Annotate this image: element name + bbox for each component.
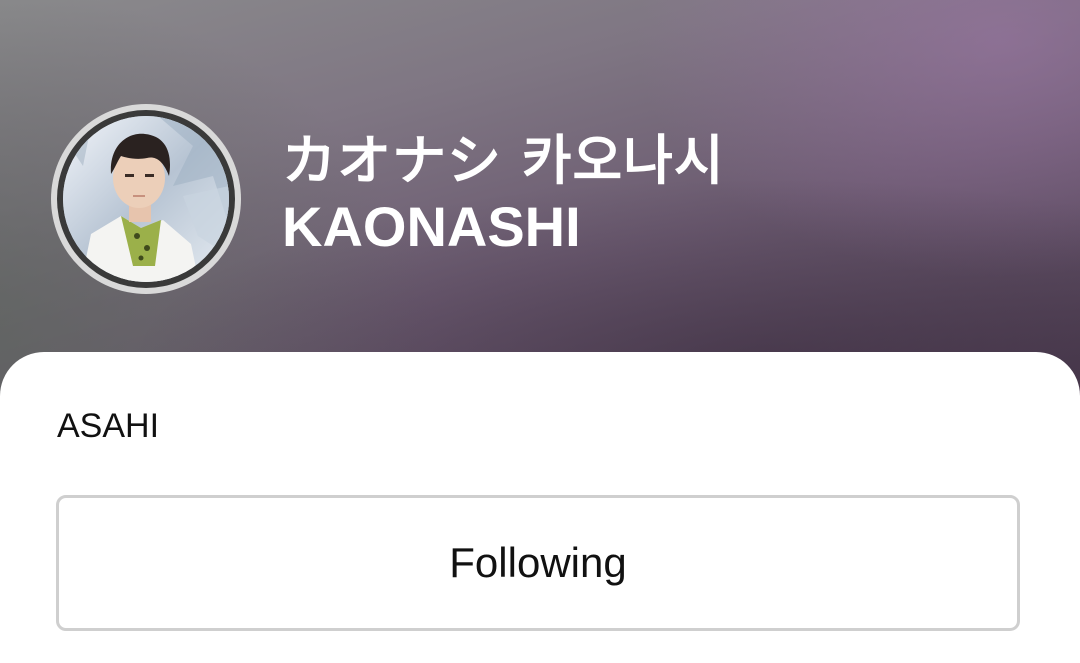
profile-details-sheet: ASAHI Following — [0, 352, 1080, 663]
profile-screen: カオナシ 카오나시 KAONASHI ASAHI Following — [0, 0, 1080, 663]
following-button[interactable]: Following — [56, 495, 1020, 631]
member-name: ASAHI — [57, 407, 160, 445]
avatar — [63, 116, 229, 282]
avatar-ring[interactable] — [51, 104, 241, 294]
avatar-photo-icon — [63, 116, 229, 282]
profile-title: カオナシ 카오나시 KAONASHI — [282, 128, 725, 260]
profile-title-latin: KAONASHI — [282, 195, 581, 258]
profile-title-native: カオナシ 카오나시 — [282, 129, 725, 192]
